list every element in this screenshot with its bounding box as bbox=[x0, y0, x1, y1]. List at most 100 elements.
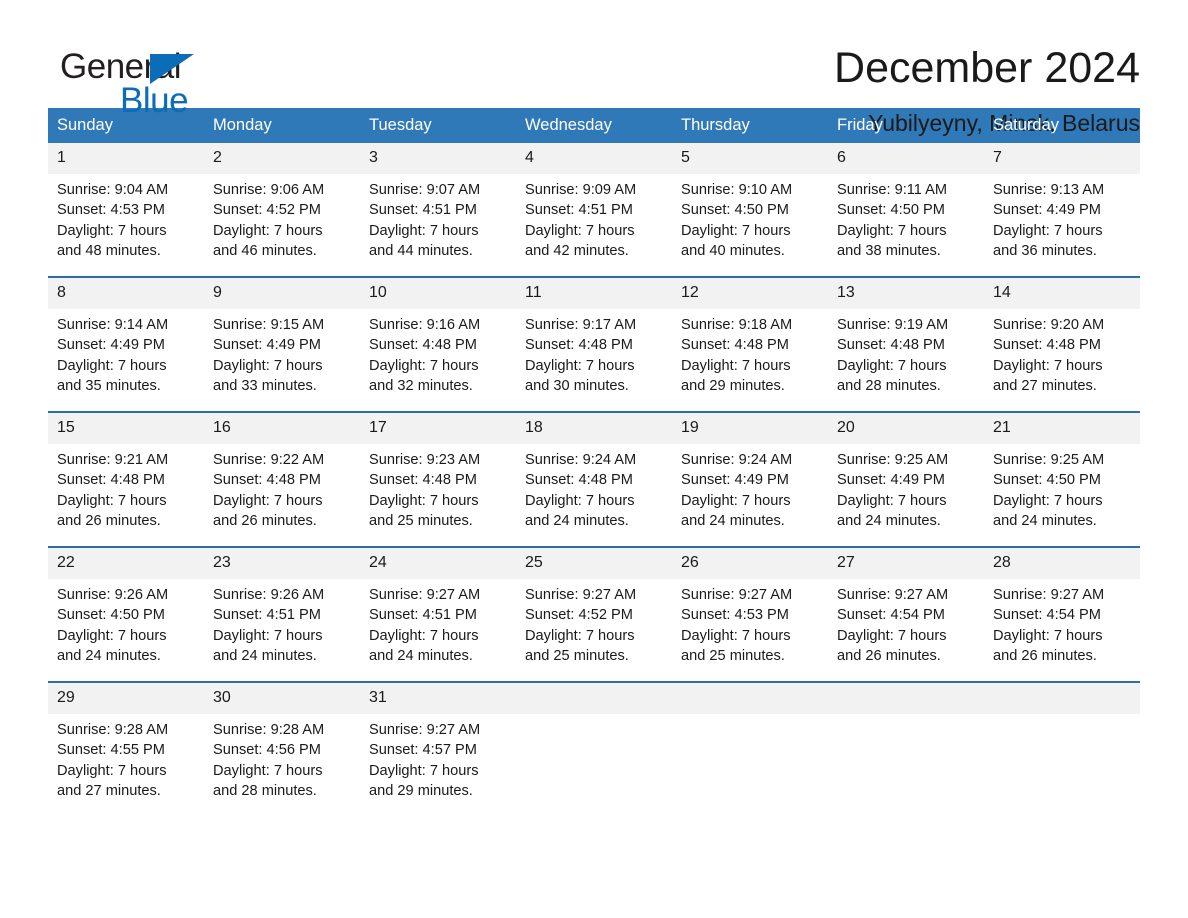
sunrise-text: Sunrise: 9:27 AM bbox=[525, 587, 637, 603]
calendar-day-cell[interactable]: 25 Sunrise: 9:27 AM Sunset: 4:52 PM Dayligh… bbox=[516, 548, 672, 681]
daylight-text-line1: Daylight: 7 hours bbox=[57, 627, 167, 644]
sunset-text: Sunset: 4:51 PM bbox=[369, 202, 477, 219]
sunrise-text: Sunrise: 9:23 AM bbox=[369, 452, 481, 468]
day-number: 2 bbox=[204, 143, 360, 174]
sunrise-text: Sunrise: 9:27 AM bbox=[837, 587, 949, 603]
daylight-text-line2: and 48 minutes. bbox=[57, 242, 161, 259]
daylight-text-line2: and 24 minutes. bbox=[837, 512, 941, 529]
sunset-text: Sunset: 4:48 PM bbox=[57, 472, 165, 489]
sunset-text: Sunset: 4:50 PM bbox=[993, 472, 1101, 489]
day-info: Sunrise: 9:13 AM Sunset: 4:49 PM Daylight:… bbox=[984, 174, 1140, 261]
daylight-text-line1: Daylight: 7 hours bbox=[57, 492, 167, 509]
day-number: 11 bbox=[516, 278, 672, 309]
daylight-text-line1: Daylight: 7 hours bbox=[525, 492, 635, 509]
calendar-cell-empty bbox=[672, 683, 828, 816]
calendar-day-cell[interactable]: 19 Sunrise: 9:24 AM Sunset: 4:49 PM Dayligh… bbox=[672, 413, 828, 546]
calendar-day-cell[interactable]: 8 Sunrise: 9:14 AM Sunset: 4:49 PM Daylight… bbox=[48, 278, 204, 411]
daylight-text-line1: Daylight: 7 hours bbox=[57, 222, 167, 239]
day-info: Sunrise: 9:25 AM Sunset: 4:49 PM Daylight:… bbox=[828, 444, 984, 531]
daylight-text-line1: Daylight: 7 hours bbox=[837, 492, 947, 509]
calendar-day-cell[interactable]: 23 Sunrise: 9:26 AM Sunset: 4:51 PM Dayligh… bbox=[204, 548, 360, 681]
daylight-text-line1: Daylight: 7 hours bbox=[57, 762, 167, 779]
page-header: General Blue December 2024 Yubilyeyny, M… bbox=[48, 0, 1140, 136]
calendar-day-cell[interactable]: 31 Sunrise: 9:27 AM Sunset: 4:57 PM Dayligh… bbox=[360, 683, 516, 816]
calendar-body: 1 Sunrise: 9:04 AM Sunset: 4:53 PM Daylight… bbox=[48, 143, 1140, 816]
daylight-text-line1: Daylight: 7 hours bbox=[369, 357, 479, 374]
day-number: 24 bbox=[360, 548, 516, 579]
calendar-day-cell[interactable]: 10 Sunrise: 9:16 AM Sunset: 4:48 PM Dayligh… bbox=[360, 278, 516, 411]
daylight-text-line2: and 27 minutes. bbox=[57, 782, 161, 799]
calendar-day-cell[interactable]: 20 Sunrise: 9:25 AM Sunset: 4:49 PM Dayligh… bbox=[828, 413, 984, 546]
weekday-header-thursday: Thursday bbox=[672, 108, 828, 143]
day-number: 20 bbox=[828, 413, 984, 444]
daylight-text-line1: Daylight: 7 hours bbox=[993, 492, 1103, 509]
calendar-day-cell[interactable]: 11 Sunrise: 9:17 AM Sunset: 4:48 PM Dayligh… bbox=[516, 278, 672, 411]
calendar-day-cell[interactable]: 28 Sunrise: 9:27 AM Sunset: 4:54 PM Dayligh… bbox=[984, 548, 1140, 681]
calendar-day-cell[interactable]: 6 Sunrise: 9:11 AM Sunset: 4:50 PM Daylight… bbox=[828, 143, 984, 276]
calendar-day-cell[interactable]: 1 Sunrise: 9:04 AM Sunset: 4:53 PM Daylight… bbox=[48, 143, 204, 276]
sunset-text: Sunset: 4:51 PM bbox=[369, 607, 477, 624]
sunset-text: Sunset: 4:53 PM bbox=[57, 202, 165, 219]
calendar-day-cell[interactable]: 9 Sunrise: 9:15 AM Sunset: 4:49 PM Daylight… bbox=[204, 278, 360, 411]
calendar-day-cell[interactable]: 22 Sunrise: 9:26 AM Sunset: 4:50 PM Dayligh… bbox=[48, 548, 204, 681]
calendar-day-cell[interactable]: 17 Sunrise: 9:23 AM Sunset: 4:48 PM Dayligh… bbox=[360, 413, 516, 546]
general-blue-logo[interactable]: General Blue bbox=[48, 40, 248, 120]
daylight-text-line1: Daylight: 7 hours bbox=[681, 357, 791, 374]
daylight-text-line1: Daylight: 7 hours bbox=[57, 357, 167, 374]
daylight-text-line2: and 29 minutes. bbox=[681, 377, 785, 394]
calendar-day-cell[interactable]: 29 Sunrise: 9:28 AM Sunset: 4:55 PM Dayligh… bbox=[48, 683, 204, 816]
calendar-week-row: 8 Sunrise: 9:14 AM Sunset: 4:49 PM Daylight… bbox=[48, 276, 1140, 412]
daylight-text-line2: and 44 minutes. bbox=[369, 242, 473, 259]
day-info: Sunrise: 9:07 AM Sunset: 4:51 PM Daylight:… bbox=[360, 174, 516, 261]
page-title: December 2024 bbox=[834, 44, 1140, 92]
day-info: Sunrise: 9:24 AM Sunset: 4:49 PM Daylight:… bbox=[672, 444, 828, 531]
daylight-text-line2: and 24 minutes. bbox=[369, 647, 473, 664]
calendar-day-cell[interactable]: 21 Sunrise: 9:25 AM Sunset: 4:50 PM Dayligh… bbox=[984, 413, 1140, 546]
daylight-text-line1: Daylight: 7 hours bbox=[213, 357, 323, 374]
day-number: 25 bbox=[516, 548, 672, 579]
calendar-day-cell[interactable]: 5 Sunrise: 9:10 AM Sunset: 4:50 PM Daylight… bbox=[672, 143, 828, 276]
day-info: Sunrise: 9:26 AM Sunset: 4:50 PM Daylight:… bbox=[48, 579, 204, 666]
calendar-day-cell[interactable]: 14 Sunrise: 9:20 AM Sunset: 4:48 PM Dayligh… bbox=[984, 278, 1140, 411]
sunset-text: Sunset: 4:50 PM bbox=[57, 607, 165, 624]
sunrise-text: Sunrise: 9:11 AM bbox=[837, 182, 948, 198]
daylight-text-line2: and 25 minutes. bbox=[525, 647, 629, 664]
sunset-text: Sunset: 4:48 PM bbox=[213, 472, 321, 489]
day-info: Sunrise: 9:11 AM Sunset: 4:50 PM Daylight:… bbox=[828, 174, 984, 261]
sunrise-text: Sunrise: 9:27 AM bbox=[681, 587, 793, 603]
daylight-text-line1: Daylight: 7 hours bbox=[993, 222, 1103, 239]
day-info: Sunrise: 9:15 AM Sunset: 4:49 PM Daylight:… bbox=[204, 309, 360, 396]
day-info: Sunrise: 9:24 AM Sunset: 4:48 PM Daylight:… bbox=[516, 444, 672, 531]
daylight-text-line2: and 24 minutes. bbox=[681, 512, 785, 529]
sunrise-text: Sunrise: 9:24 AM bbox=[525, 452, 637, 468]
daylight-text-line2: and 29 minutes. bbox=[369, 782, 473, 799]
calendar-day-cell[interactable]: 16 Sunrise: 9:22 AM Sunset: 4:48 PM Dayligh… bbox=[204, 413, 360, 546]
day-number: 10 bbox=[360, 278, 516, 309]
sunset-text: Sunset: 4:48 PM bbox=[837, 337, 945, 354]
day-info: Sunrise: 9:19 AM Sunset: 4:48 PM Daylight:… bbox=[828, 309, 984, 396]
calendar-day-cell[interactable]: 18 Sunrise: 9:24 AM Sunset: 4:48 PM Dayligh… bbox=[516, 413, 672, 546]
calendar-day-cell[interactable]: 4 Sunrise: 9:09 AM Sunset: 4:51 PM Daylight… bbox=[516, 143, 672, 276]
calendar-day-cell[interactable]: 15 Sunrise: 9:21 AM Sunset: 4:48 PM Dayligh… bbox=[48, 413, 204, 546]
sunrise-text: Sunrise: 9:17 AM bbox=[525, 317, 637, 333]
day-number: 27 bbox=[828, 548, 984, 579]
sunset-text: Sunset: 4:56 PM bbox=[213, 742, 321, 759]
calendar-day-cell[interactable]: 27 Sunrise: 9:27 AM Sunset: 4:54 PM Dayligh… bbox=[828, 548, 984, 681]
day-number: 9 bbox=[204, 278, 360, 309]
calendar-day-cell[interactable]: 3 Sunrise: 9:07 AM Sunset: 4:51 PM Daylight… bbox=[360, 143, 516, 276]
daylight-text-line2: and 24 minutes. bbox=[213, 647, 317, 664]
calendar-day-cell[interactable]: 13 Sunrise: 9:19 AM Sunset: 4:48 PM Dayligh… bbox=[828, 278, 984, 411]
day-info: Sunrise: 9:20 AM Sunset: 4:48 PM Daylight:… bbox=[984, 309, 1140, 396]
calendar-day-cell[interactable]: 26 Sunrise: 9:27 AM Sunset: 4:53 PM Dayligh… bbox=[672, 548, 828, 681]
calendar-day-cell[interactable]: 2 Sunrise: 9:06 AM Sunset: 4:52 PM Daylight… bbox=[204, 143, 360, 276]
day-info: Sunrise: 9:27 AM Sunset: 4:53 PM Daylight:… bbox=[672, 579, 828, 666]
calendar-day-cell[interactable]: 24 Sunrise: 9:27 AM Sunset: 4:51 PM Dayligh… bbox=[360, 548, 516, 681]
logo-word-blue: Blue bbox=[120, 81, 189, 120]
daylight-text-line1: Daylight: 7 hours bbox=[993, 357, 1103, 374]
calendar-day-cell[interactable]: 7 Sunrise: 9:13 AM Sunset: 4:49 PM Daylight… bbox=[984, 143, 1140, 276]
day-info bbox=[828, 714, 984, 720]
day-info: Sunrise: 9:27 AM Sunset: 4:54 PM Daylight:… bbox=[984, 579, 1140, 666]
day-number bbox=[984, 683, 1140, 714]
calendar-day-cell[interactable]: 30 Sunrise: 9:28 AM Sunset: 4:56 PM Dayligh… bbox=[204, 683, 360, 816]
calendar-day-cell[interactable]: 12 Sunrise: 9:18 AM Sunset: 4:48 PM Dayligh… bbox=[672, 278, 828, 411]
